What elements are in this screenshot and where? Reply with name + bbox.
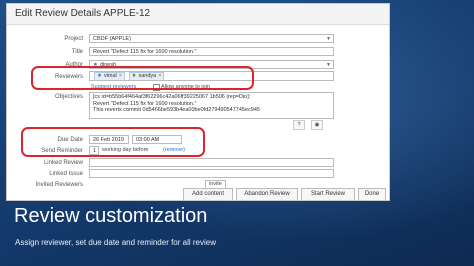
slide-subtitle: Assign reviewer, set due date and remind… <box>15 238 216 247</box>
reviewer-chip[interactable]: ★ sandya × <box>128 72 165 80</box>
allow-anyone-checkbox[interactable] <box>153 84 160 91</box>
abandon-review-button[interactable]: Abandon Review <box>236 188 298 200</box>
linked-review-label: Linked Review <box>43 160 83 166</box>
reviewers-label: Reviewers <box>54 74 83 80</box>
done-button[interactable]: Done <box>358 188 386 200</box>
chevron-down-icon: ▼ <box>326 36 331 42</box>
title-label: Title <box>71 49 83 55</box>
reviewers-input[interactable]: ★ vimal × ★ sandya × <box>89 71 334 81</box>
slide-heading: Review customization <box>14 205 208 227</box>
user-avatar-icon: ★ <box>97 73 102 79</box>
help-icon[interactable]: ? <box>293 120 305 130</box>
edit-review-dialog: Edit Review Details APPLE-12 Project CBD… <box>6 3 390 201</box>
objectives-textarea[interactable]: [cs id=b55b64f464af3f62296c42a06ff392250… <box>89 92 334 119</box>
title-input[interactable]: Revert "Defect 115 fix for 1600 resoluti… <box>89 47 334 56</box>
due-date-label: Due Date <box>57 137 83 143</box>
reminder-count-input[interactable]: 1 <box>89 146 99 155</box>
chevron-down-icon: ▼ <box>326 62 331 68</box>
project-value: CBDF (APPLE) <box>93 36 131 42</box>
allow-anyone-label: Allow anyone to join <box>161 84 210 90</box>
reviewer-chip[interactable]: ★ vimal × <box>94 72 125 80</box>
author-value: dinesh <box>99 62 117 68</box>
suggest-reviewers-link[interactable]: Suggest reviewers <box>91 83 136 91</box>
user-avatar-icon: ★ <box>93 62 98 68</box>
linked-review-input[interactable] <box>89 158 334 167</box>
linked-issue-input[interactable] <box>89 169 334 178</box>
project-row: Project CBDF (APPLE) ▼ <box>7 34 389 47</box>
author-label: Author <box>65 62 83 68</box>
project-select[interactable]: CBDF (APPLE) ▼ <box>89 34 334 43</box>
objectives-label: Objectives <box>54 94 83 100</box>
invited-reviewers-label: Invited Reviewers <box>35 182 83 188</box>
remove-icon[interactable]: × <box>158 73 161 79</box>
preview-eye-icon[interactable]: ◉ <box>311 120 323 130</box>
project-label: Project <box>64 36 83 42</box>
start-review-button[interactable]: Start Review <box>301 188 355 200</box>
remove-icon[interactable]: × <box>119 73 122 79</box>
due-date-input[interactable]: 26 Feb 2019 <box>89 135 129 144</box>
remove-reminder-link[interactable]: (remove) <box>163 146 185 155</box>
linked-issue-label: Linked Issue <box>49 171 83 177</box>
author-select[interactable]: ★ dinesh ▼ <box>89 60 334 69</box>
dialog-title: Edit Review Details APPLE-12 <box>7 4 389 25</box>
title-row: Title Revert "Defect 115 fix for 1600 re… <box>7 47 389 60</box>
add-content-button[interactable]: Add content <box>183 188 233 200</box>
objectives-line: This reverts commit 0d5466be593b4ea00be0… <box>93 107 260 113</box>
user-avatar-icon: ★ <box>131 73 137 79</box>
due-time-input[interactable]: 03:00 AM <box>132 135 182 144</box>
reminder-text: working day before <box>102 147 149 153</box>
send-reminder-label: Send Reminder <box>41 148 83 154</box>
